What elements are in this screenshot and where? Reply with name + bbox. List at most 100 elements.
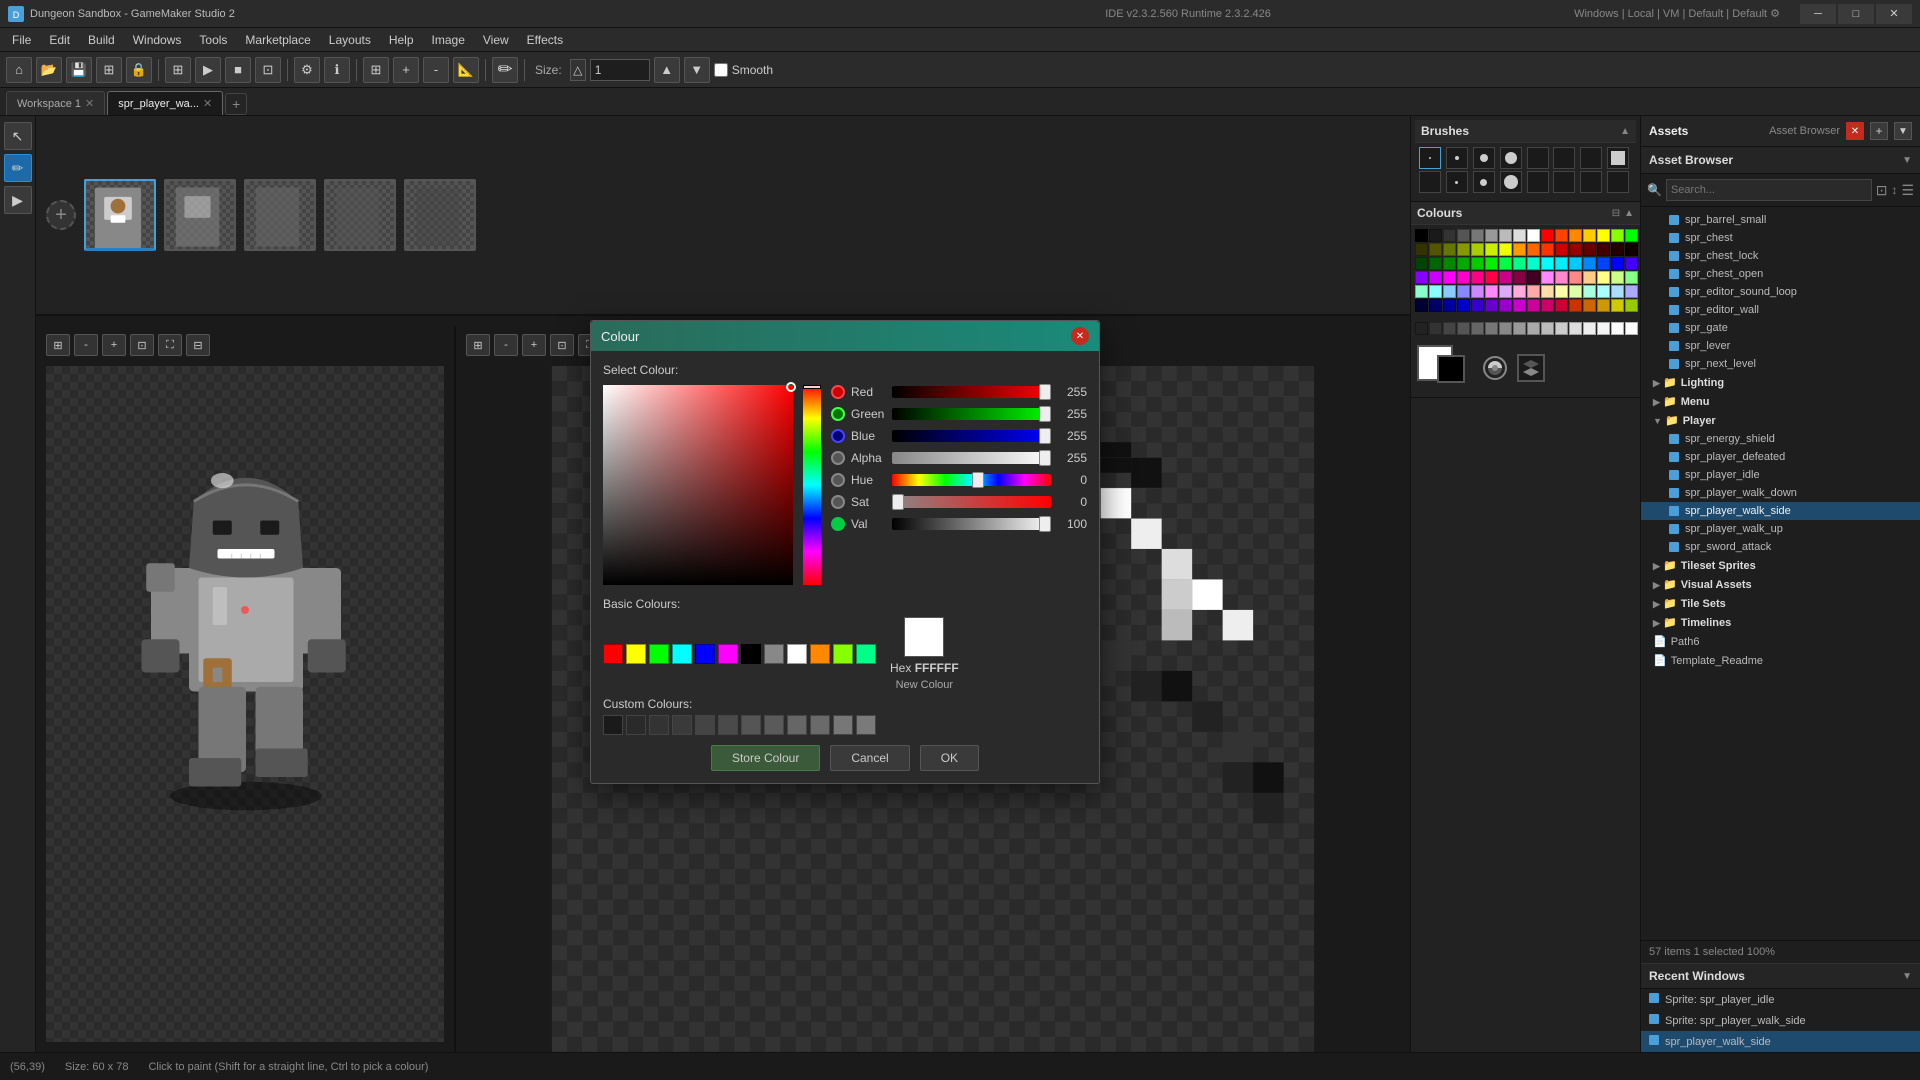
- brush-sq3[interactable]: [1580, 147, 1602, 169]
- colour-cell-23[interactable]: [1513, 243, 1526, 256]
- colours-menu[interactable]: ⊟: [1612, 208, 1620, 219]
- tree-item-template-readme[interactable]: 📄Template_Readme: [1641, 651, 1920, 670]
- basic-colour-9[interactable]: [810, 644, 830, 664]
- menu-marketplace[interactable]: Marketplace: [237, 31, 318, 49]
- colour-cell-0[interactable]: [1415, 229, 1428, 242]
- colour-cell-33[interactable]: [1429, 257, 1442, 270]
- toolbar-ruler[interactable]: 📐: [453, 57, 479, 83]
- sprite-frame-5[interactable]: [404, 179, 476, 251]
- blue-thumb[interactable]: [1039, 428, 1051, 444]
- red-thumb[interactable]: [1039, 384, 1051, 400]
- sat-slider[interactable]: [892, 496, 1051, 508]
- recent-item-1[interactable]: Sprite: spr_player_walk_side: [1641, 1010, 1920, 1031]
- asset-add-button[interactable]: +: [1870, 122, 1888, 140]
- basic-colour-6[interactable]: [741, 644, 761, 664]
- brush-r2[interactable]: [1446, 171, 1468, 193]
- size-up[interactable]: ▲: [654, 57, 680, 83]
- colour-cell-28[interactable]: [1583, 243, 1596, 256]
- tree-item-lighting[interactable]: ▶ 📁Lighting: [1641, 373, 1920, 392]
- alpha-thumb[interactable]: [1039, 450, 1051, 466]
- colour-cell-43[interactable]: [1569, 257, 1582, 270]
- colour-cell-95[interactable]: [1625, 299, 1638, 312]
- brush-1px[interactable]: [1419, 147, 1441, 169]
- colour-cell-30[interactable]: [1611, 243, 1624, 256]
- empty-colour-6[interactable]: [1499, 322, 1512, 335]
- tab-add-button[interactable]: +: [225, 93, 247, 115]
- tree-item-tileset-sprites[interactable]: ▶ 📁Tileset Sprites: [1641, 556, 1920, 575]
- custom-colour-6[interactable]: [741, 715, 761, 735]
- colour-cell-75[interactable]: [1569, 285, 1582, 298]
- colour-cell-11[interactable]: [1569, 229, 1582, 242]
- basic-colour-10[interactable]: [833, 644, 853, 664]
- custom-colour-1[interactable]: [626, 715, 646, 735]
- colour-cell-74[interactable]: [1555, 285, 1568, 298]
- tree-item-spr-chest[interactable]: spr_chest: [1641, 229, 1920, 247]
- brush-2px[interactable]: [1446, 147, 1468, 169]
- add-frame-button[interactable]: +: [46, 200, 76, 230]
- recent-item-0[interactable]: Sprite: spr_player_idle: [1641, 989, 1920, 1010]
- colour-cell-93[interactable]: [1597, 299, 1610, 312]
- basic-colour-2[interactable]: [649, 644, 669, 664]
- colour-cell-5[interactable]: [1485, 229, 1498, 242]
- toolbar-stop[interactable]: ■: [225, 57, 251, 83]
- colour-cell-76[interactable]: [1583, 285, 1596, 298]
- zoom-fit-left[interactable]: ⊡: [130, 334, 154, 356]
- colour-cell-29[interactable]: [1597, 243, 1610, 256]
- recent-windows-collapse[interactable]: ▼: [1902, 971, 1912, 982]
- grid-toggle-right[interactable]: ⊞: [466, 334, 490, 356]
- basic-colour-1[interactable]: [626, 644, 646, 664]
- view-button[interactable]: ☰: [1901, 182, 1914, 199]
- split-left[interactable]: ⊟: [186, 334, 210, 356]
- colour-cell-21[interactable]: [1485, 243, 1498, 256]
- colour-cell-37[interactable]: [1485, 257, 1498, 270]
- asset-search-input[interactable]: [1666, 179, 1872, 201]
- empty-colour-0[interactable]: [1415, 322, 1428, 335]
- menu-windows[interactable]: Windows: [125, 31, 190, 49]
- tool-play[interactable]: ▶: [4, 186, 32, 214]
- empty-colour-13[interactable]: [1597, 322, 1610, 335]
- tree-item-spr-sword-attack[interactable]: spr_sword_attack: [1641, 538, 1920, 556]
- tree-item-spr-barrel-small[interactable]: spr_barrel_small: [1641, 211, 1920, 229]
- colour-cell-79[interactable]: [1625, 285, 1638, 298]
- hue-slider-vertical[interactable]: [803, 385, 821, 585]
- color-gradient[interactable]: [603, 385, 793, 585]
- tree-item-timelines[interactable]: ▶ 📁Timelines: [1641, 613, 1920, 632]
- brush-r4[interactable]: [1500, 171, 1522, 193]
- colour-cell-24[interactable]: [1527, 243, 1540, 256]
- brush-r6[interactable]: [1553, 171, 1575, 193]
- colour-picker-icon[interactable]: [1479, 352, 1511, 384]
- tool-paint[interactable]: ✏: [4, 154, 32, 182]
- colour-cell-22[interactable]: [1499, 243, 1512, 256]
- red-slider[interactable]: [892, 386, 1051, 398]
- tree-item-spr-chest-open[interactable]: spr_chest_open: [1641, 265, 1920, 283]
- colour-cell-32[interactable]: [1415, 257, 1428, 270]
- menu-view[interactable]: View: [475, 31, 517, 49]
- empty-colour-10[interactable]: [1555, 322, 1568, 335]
- brush-sq4[interactable]: [1607, 147, 1629, 169]
- colour-cell-36[interactable]: [1471, 257, 1484, 270]
- custom-colour-11[interactable]: [856, 715, 876, 735]
- empty-colour-12[interactable]: [1583, 322, 1596, 335]
- custom-colour-3[interactable]: [672, 715, 692, 735]
- basic-colour-11[interactable]: [856, 644, 876, 664]
- zoom-fit-right[interactable]: ⊡: [550, 334, 574, 356]
- background-swatch[interactable]: [1437, 355, 1465, 383]
- blue-slider[interactable]: [892, 430, 1051, 442]
- close-button[interactable]: ✕: [1876, 4, 1912, 24]
- tree-item-spr-player-defeated[interactable]: spr_player_defeated: [1641, 448, 1920, 466]
- tree-item-spr-player-walk-down[interactable]: spr_player_walk_down: [1641, 484, 1920, 502]
- colour-cell-63[interactable]: [1625, 271, 1638, 284]
- toolbar-transform[interactable]: ⊞: [165, 57, 191, 83]
- menu-help[interactable]: Help: [381, 31, 422, 49]
- colour-cell-85[interactable]: [1485, 299, 1498, 312]
- asset-expand-button[interactable]: ▼: [1894, 122, 1912, 140]
- maximize-button[interactable]: □: [1838, 4, 1874, 24]
- tree-item-spr-player-idle[interactable]: spr_player_idle: [1641, 466, 1920, 484]
- colour-cell-34[interactable]: [1443, 257, 1456, 270]
- brush-r1[interactable]: [1419, 171, 1441, 193]
- colour-cell-9[interactable]: [1541, 229, 1554, 242]
- empty-colour-15[interactable]: [1625, 322, 1638, 335]
- colour-cell-67[interactable]: [1457, 285, 1470, 298]
- colour-cell-69[interactable]: [1485, 285, 1498, 298]
- empty-colour-8[interactable]: [1527, 322, 1540, 335]
